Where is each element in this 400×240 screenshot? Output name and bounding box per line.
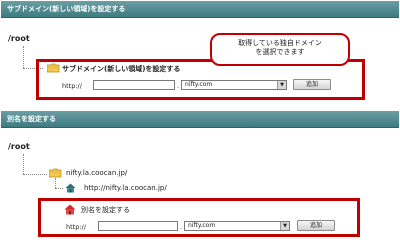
root-label: /root <box>8 34 30 43</box>
home-icon <box>65 183 76 195</box>
callout-text-line2: を選択できます <box>255 48 305 56</box>
section-header-title: 別名を設定する <box>7 115 56 123</box>
subdomain-input[interactable] <box>93 80 175 90</box>
tree-line <box>55 178 56 188</box>
root-label: /root <box>8 142 30 151</box>
callout-note: 取得している独自ドメイン を選択できます <box>210 33 350 66</box>
alias-highlight-box <box>38 198 360 237</box>
section-header-alias: 別名を設定する <box>1 111 399 128</box>
domain-select-value: nifty.com <box>188 222 216 229</box>
chevron-down-icon[interactable]: ▼ <box>277 81 286 89</box>
folder-icon <box>46 63 60 73</box>
domain-select[interactable]: nifty.com ▼ <box>181 80 287 90</box>
url-label: http://nifty.la.coocan.jp/ <box>84 184 167 192</box>
tree-line <box>23 154 24 174</box>
folder-label[interactable]: nifty.la.coocan.jp/ <box>66 169 127 177</box>
domain-select[interactable]: nifty.com ▼ <box>184 221 290 231</box>
subdomain-item-label: サブドメイン(新しい領域)を設定する <box>62 65 181 73</box>
callout-text-line1: 取得している独自ドメイン <box>238 39 322 47</box>
add-button[interactable]: 追加 <box>297 220 335 231</box>
chevron-down-icon[interactable]: ▼ <box>280 222 289 230</box>
tree-line <box>23 174 47 175</box>
alias-item-label: 別名を設定する <box>81 206 130 214</box>
section-header-title: サブドメイン(新しい領域)を設定する <box>7 5 126 13</box>
tree-line <box>23 46 24 68</box>
http-prefix: http:// <box>62 82 82 90</box>
home-icon <box>64 204 76 217</box>
section-header-subdomain: サブドメイン(新しい領域)を設定する <box>1 1 399 18</box>
dot-separator: . <box>177 82 180 90</box>
http-prefix: http:// <box>66 223 86 231</box>
tree-line <box>55 188 63 189</box>
folder-icon <box>48 168 62 178</box>
domain-select-value: nifty.com <box>185 81 213 88</box>
add-button[interactable]: 追加 <box>293 79 331 90</box>
alias-input[interactable] <box>98 221 178 231</box>
dot-separator: . <box>180 223 183 231</box>
